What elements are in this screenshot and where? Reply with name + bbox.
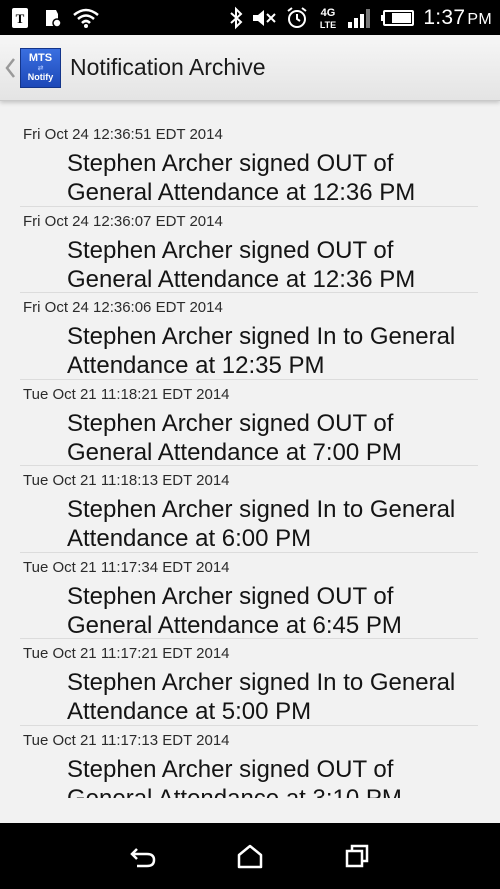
notification-timestamp: Fri Oct 24 12:36:07 EDT 2014 — [23, 212, 223, 230]
list-item[interactable]: Tue Oct 21 11:18:21 EDT 2014 Stephen Arc… — [20, 380, 478, 466]
list-item[interactable]: Fri Oct 24 12:36:07 EDT 2014 Stephen Arc… — [20, 207, 478, 293]
svg-text:LTE: LTE — [320, 20, 336, 30]
status-bar: T 4G LTE 1:37 PM — [0, 0, 500, 35]
notification-message: Stephen Archer signed OUT of General Att… — [67, 150, 416, 206]
page-title: Notification Archive — [70, 54, 266, 80]
app-icon-line2: Notify — [27, 72, 54, 82]
status-clock: 1:37 PM — [423, 6, 492, 30]
recent-apps-icon[interactable] — [337, 836, 377, 876]
mute-icon — [251, 7, 277, 29]
clock-time: 1:37 — [423, 5, 466, 29]
clock-ampm: PM — [467, 10, 492, 28]
notification-message: Stephen Archer signed OUT of General Att… — [67, 236, 416, 293]
list-item[interactable]: Tue Oct 21 11:17:21 EDT 2014 Stephen Arc… — [20, 639, 478, 726]
back-icon[interactable] — [123, 836, 163, 876]
wifi-icon — [72, 7, 100, 29]
network-type-indicator: 4G LTE — [317, 5, 339, 31]
signal-icon — [347, 7, 373, 29]
notification-timestamp: Tue Oct 21 11:17:21 EDT 2014 — [23, 645, 230, 662]
list-item[interactable]: Tue Oct 21 11:17:13 EDT 2014 Stephen Arc… — [20, 726, 478, 799]
notification-message: Stephen Archer signed In to General Atte… — [67, 496, 456, 552]
list-item[interactable]: Tue Oct 21 11:17:34 EDT 2014 Stephen Arc… — [20, 553, 478, 639]
list-item[interactable]: Fri Oct 24 12:36:06 EDT 2014 Stephen Arc… — [20, 293, 478, 380]
app-icon-line1: MTS — [28, 52, 53, 64]
notification-timestamp: Tue Oct 21 11:18:13 EDT 2014 — [23, 472, 230, 489]
notification-timestamp: Tue Oct 21 11:17:34 EDT 2014 — [23, 558, 230, 576]
svg-text:T: T — [16, 11, 25, 26]
chevron-left-icon[interactable] — [4, 56, 18, 80]
bluetooth-icon — [229, 6, 243, 30]
carrier-t-icon: T — [10, 6, 32, 30]
notification-message: Stephen Archer signed In to General Atte… — [67, 323, 456, 379]
notification-timestamp: Tue Oct 21 11:18:21 EDT 2014 — [23, 385, 230, 403]
list-item[interactable]: Tue Oct 21 11:18:13 EDT 2014 Stephen Arc… — [20, 466, 478, 553]
notification-timestamp: Fri Oct 24 12:36:06 EDT 2014 — [23, 299, 223, 316]
app-icon-arrows: ⇄ — [37, 65, 44, 72]
notification-message: Stephen Archer signed In to General Atte… — [67, 669, 456, 725]
navigation-bar — [0, 823, 500, 889]
notification-timestamp: Tue Oct 21 11:17:13 EDT 2014 — [23, 731, 230, 749]
notification-timestamp: Fri Oct 24 12:36:51 EDT 2014 — [23, 126, 223, 143]
svg-text:4G: 4G — [321, 7, 336, 19]
list-item[interactable]: Fri Oct 24 12:36:51 EDT 2014 Stephen Arc… — [20, 120, 478, 207]
home-icon[interactable] — [230, 836, 270, 876]
notification-message: Stephen Archer signed OUT of General Att… — [67, 582, 402, 639]
notification-icon — [42, 6, 62, 30]
app-icon[interactable]: MTS ⇄ Notify — [20, 47, 61, 88]
battery-icon — [381, 8, 415, 28]
notification-list[interactable]: Fri Oct 24 12:36:51 EDT 2014 Stephen Arc… — [0, 120, 500, 798]
notification-message: Stephen Archer signed OUT of General Att… — [67, 755, 402, 799]
alarm-icon — [285, 6, 309, 30]
notification-message: Stephen Archer signed OUT of General Att… — [67, 409, 402, 466]
action-bar: MTS ⇄ Notify Notification Archive — [0, 35, 500, 101]
